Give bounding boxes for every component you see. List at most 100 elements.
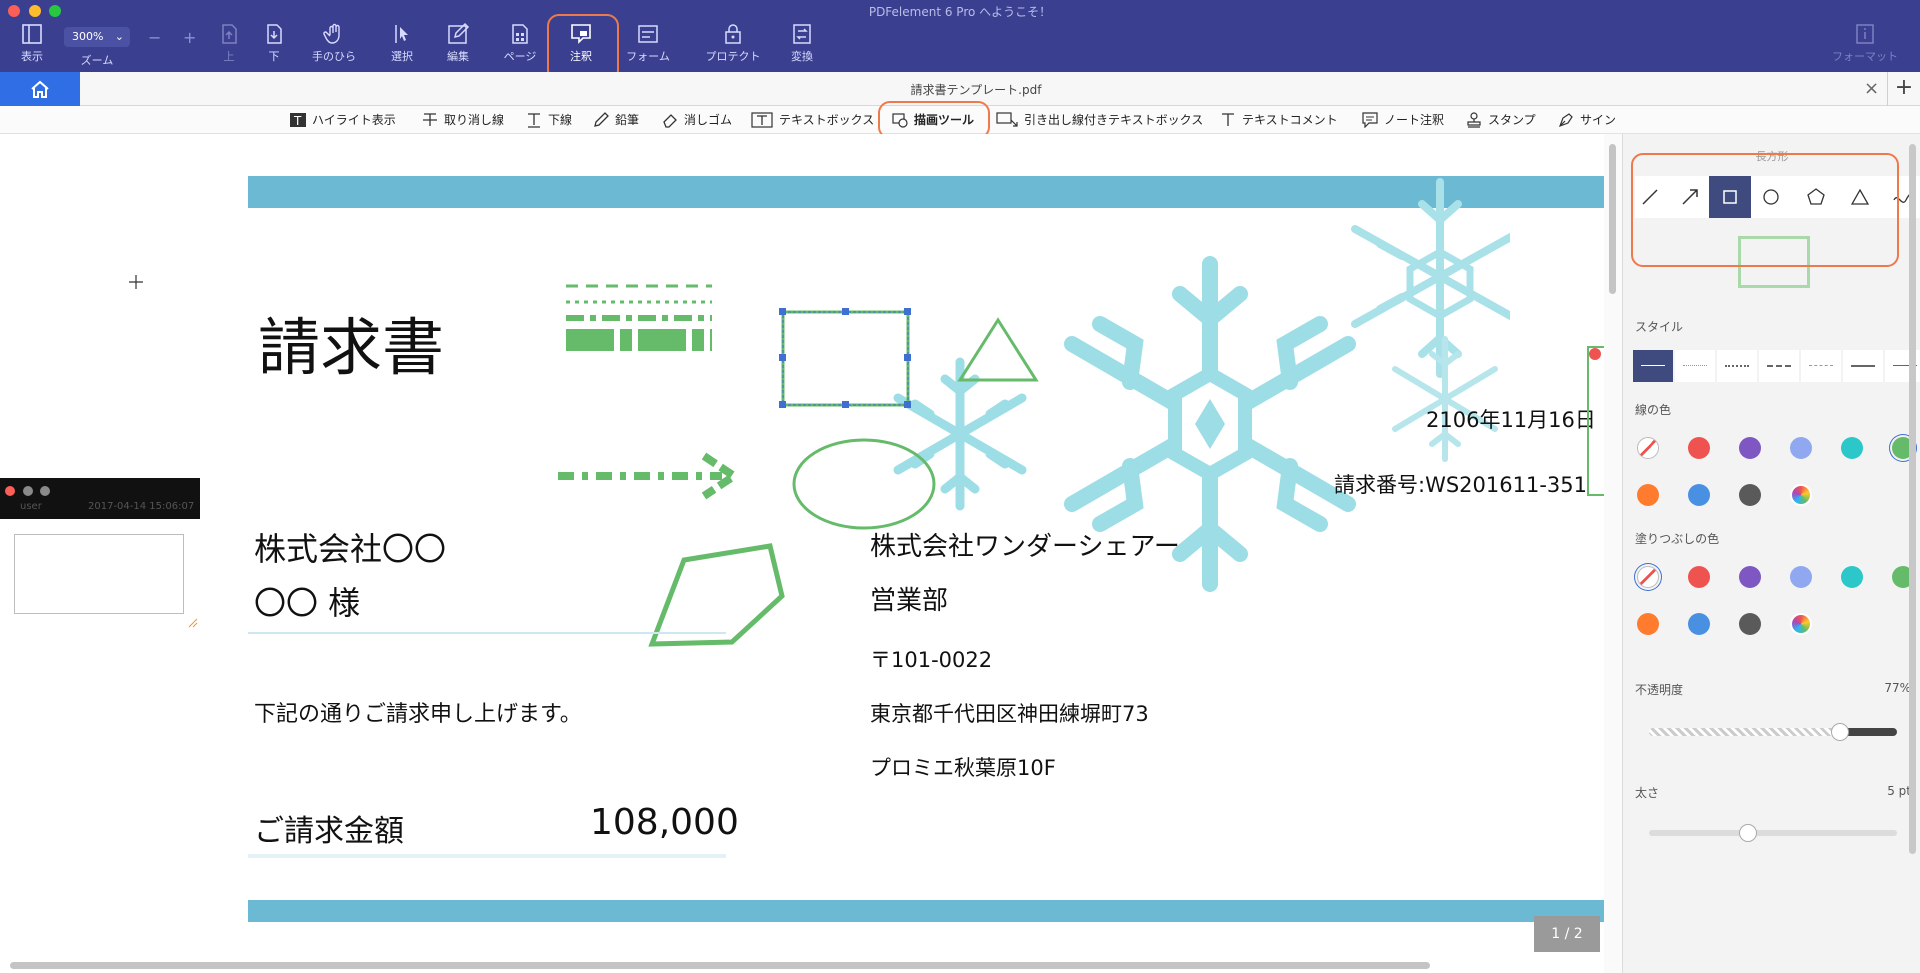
style-dash-dot[interactable] (1801, 350, 1841, 382)
hand-tool-label: 手のひら (312, 50, 356, 63)
protect-button[interactable]: プロテクト (705, 22, 761, 64)
style-dotted[interactable] (1717, 350, 1757, 382)
crosshair-icon (129, 275, 143, 289)
view-button[interactable]: 表示 (6, 22, 58, 64)
pencil-tool-label: 鉛筆 (615, 113, 640, 127)
next-page-button[interactable]: 下 (248, 22, 300, 64)
fill-color-swatch-5a5a5a[interactable] (1739, 613, 1761, 635)
client-underline (248, 632, 726, 634)
document-tab-title[interactable]: 請求書テンプレート.pdf (0, 81, 1920, 98)
line-color-swatch-ef5350[interactable] (1688, 437, 1710, 459)
line-color-swatch-custom[interactable] (1790, 484, 1812, 506)
thickness-slider[interactable] (1649, 824, 1897, 842)
prev-page-label: 上 (223, 50, 235, 63)
highlight-tool-label: ハイライト表示 (312, 113, 396, 127)
hand-icon (323, 23, 340, 44)
partial-shape-right[interactable] (1587, 346, 1604, 496)
line-color-swatch-7e57c2[interactable] (1739, 437, 1761, 459)
horizontal-scroll-thumb[interactable] (10, 962, 1430, 969)
zoom-select[interactable]: 300% ⌄ (64, 27, 130, 47)
opacity-slider[interactable] (1649, 723, 1897, 741)
style-dotted-fine[interactable] (1675, 350, 1715, 382)
svg-text:T: T (293, 114, 302, 128)
invoice-title: 請求書 (258, 311, 445, 384)
note-minimize-button[interactable] (23, 486, 33, 496)
cursor-icon (395, 25, 408, 43)
vertical-scrollbar[interactable] (1604, 134, 1622, 973)
opacity-label: 不透明度 (1635, 683, 1684, 697)
annotation-marker[interactable] (1589, 348, 1601, 360)
line-color-swatch-2cc7c9[interactable] (1841, 437, 1863, 459)
note-tool-label: ノート注釈 (1384, 113, 1445, 127)
fill-color-swatch-ef5350[interactable] (1688, 566, 1710, 588)
request-message: 下記の通りご請求申し上げます。 (254, 702, 582, 727)
resize-handle-icon[interactable] (188, 618, 198, 628)
hand-tool-button[interactable]: 手のひら (308, 22, 360, 64)
tab-close-button[interactable]: × (1864, 78, 1879, 99)
edit-button[interactable]: 編集 (432, 22, 484, 64)
pencil-tool[interactable]: 鉛筆 (593, 111, 639, 128)
zoom-in-button[interactable]: + (183, 28, 196, 47)
text-comment-tool-label: テキストコメント (1242, 113, 1338, 127)
eraser-tool-label: 消しゴム (684, 113, 733, 127)
fill-color-swatch-2cc7c9[interactable] (1841, 566, 1863, 588)
vertical-scroll-thumb[interactable] (1609, 144, 1616, 294)
info-icon (1856, 24, 1874, 44)
textbox-tool[interactable]: テキストボックス (751, 111, 874, 128)
strikethrough-tool[interactable]: 取り消し線 (422, 111, 504, 128)
fill-color-swatch-ff7b2e[interactable] (1637, 613, 1659, 635)
note-zoom-button[interactable] (40, 486, 50, 496)
fill-color-swatch-4a90e2[interactable] (1688, 613, 1710, 635)
add-tab-button[interactable]: + (1887, 72, 1920, 106)
sign-tool-label: サイン (1580, 113, 1617, 127)
horizontal-scrollbar[interactable] (0, 958, 1604, 973)
form-button[interactable]: フォーム (622, 22, 674, 64)
line-color-swatch-4a90e2[interactable] (1688, 484, 1710, 506)
page-button[interactable]: ページ (494, 22, 546, 64)
note-tool[interactable]: ノート注釈 (1362, 111, 1444, 128)
annotation-toolbar: T ハイライト表示 取り消し線 下線 鉛筆 消しゴム テキストボックス 描画ツー… (0, 101, 1920, 139)
form-label: フォーム (626, 50, 670, 63)
fill-color-swatch-7e57c2[interactable] (1739, 566, 1761, 588)
underline-tool[interactable]: 下線 (526, 111, 572, 128)
panel-scroll-thumb[interactable] (1909, 144, 1916, 854)
convert-label: 変換 (791, 50, 813, 63)
postal-code: 〒101-0022 (870, 648, 993, 672)
opacity-value: 77% (1884, 681, 1911, 695)
line-color-swatch-none[interactable] (1637, 437, 1659, 459)
format-button[interactable]: フォーマット (1830, 22, 1900, 64)
text-comment-tool[interactable]: テキストコメント (1220, 111, 1338, 128)
callout-tool-label: 引き出し線付きテキストボックス (1024, 113, 1204, 127)
fill-color-swatch-90a8f0[interactable] (1790, 566, 1812, 588)
eraser-tool[interactable]: 消しゴム (662, 111, 732, 128)
dashed-lines-shape[interactable] (562, 282, 722, 362)
thickness-slider-thumb[interactable] (1739, 824, 1757, 842)
textbox-icon (751, 111, 773, 128)
convert-button[interactable]: 変換 (776, 22, 828, 64)
style-solid[interactable] (1633, 350, 1673, 382)
fill-color-swatch-custom[interactable] (1790, 613, 1812, 635)
style-dashed[interactable] (1759, 350, 1799, 382)
opacity-slider-thumb[interactable] (1830, 723, 1849, 741)
next-page-label: 下 (268, 50, 280, 63)
style-thick[interactable] (1843, 350, 1883, 382)
stamp-tool[interactable]: スタンプ (1466, 111, 1536, 128)
note-text-input[interactable] (14, 534, 184, 614)
sign-tool[interactable]: サイン (1558, 111, 1616, 128)
note-close-button[interactable] (5, 486, 15, 496)
selected-rectangle-shape[interactable] (758, 302, 1118, 412)
line-color-swatch-ff7b2e[interactable] (1637, 484, 1659, 506)
textbox-tool-label: テキストボックス (779, 113, 875, 127)
pdf-page[interactable]: 請求書 2106年11月16日 請求番号:WS201611-351 株式会社〇〇… (200, 134, 1604, 973)
style-label: スタイル (1635, 320, 1684, 334)
highlight-tool[interactable]: T ハイライト表示 (290, 111, 396, 128)
select-tool-button[interactable]: 選択 (376, 22, 428, 64)
invoice-date: 2106年11月16日 (1426, 408, 1596, 432)
callout-tool[interactable]: 引き出し線付きテキストボックス (996, 111, 1203, 128)
page-label: ページ (503, 50, 537, 63)
line-color-swatch-90a8f0[interactable] (1790, 437, 1812, 459)
amount-value: 108,000 (590, 802, 739, 843)
fill-color-swatch-none[interactable] (1637, 566, 1659, 588)
line-color-swatch-5a5a5a[interactable] (1739, 484, 1761, 506)
zoom-out-button[interactable]: − (148, 28, 161, 47)
